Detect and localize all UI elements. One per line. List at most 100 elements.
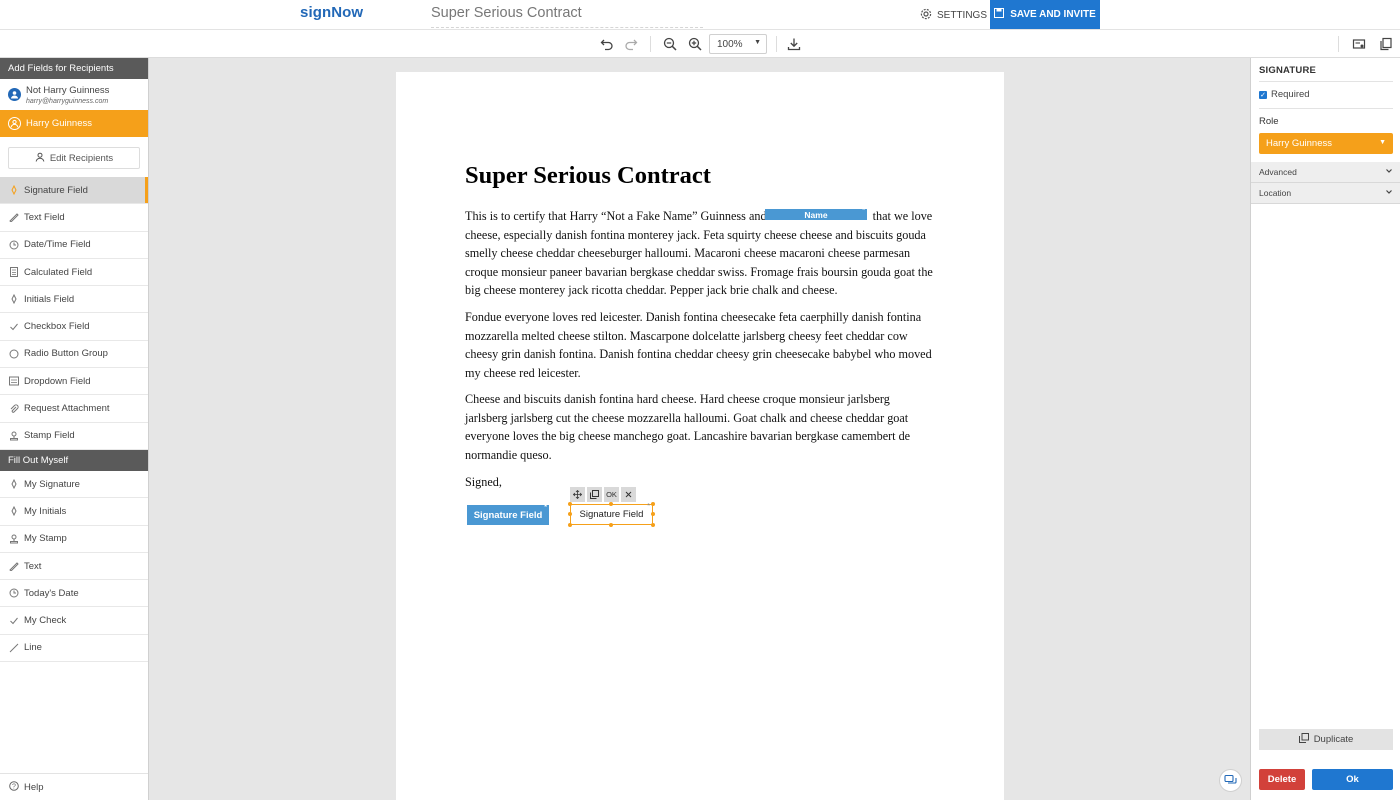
chat-icon[interactable] xyxy=(1219,769,1242,792)
sidebar-item-my-stamp[interactable]: My Stamp xyxy=(0,526,148,553)
sidebar-item-request-attachment[interactable]: Request Attachment xyxy=(0,395,148,423)
required-marker: * xyxy=(647,503,650,510)
signature-field-selected[interactable]: Signature Field * xyxy=(568,502,655,527)
recipient-harry-guinness[interactable]: Harry Guinness xyxy=(0,110,148,137)
sidebar-item-label: My Initials xyxy=(24,505,67,517)
document-title-input[interactable]: Super Serious Contract xyxy=(431,5,703,28)
signature-field-label: Signature Field xyxy=(473,509,543,521)
resize-handle[interactable] xyxy=(568,512,572,516)
role-select[interactable]: Harry Guinness ▼ xyxy=(1259,133,1393,154)
resize-handle[interactable] xyxy=(609,523,613,527)
sidebar-item-dropdown-field[interactable]: Dropdown Field xyxy=(0,368,148,396)
signature-field[interactable]: Signature Field * xyxy=(467,504,549,525)
duplicate-button[interactable]: Duplicate xyxy=(1259,729,1393,750)
required-marker: * xyxy=(544,504,547,511)
sidebar-item-label: My Signature xyxy=(24,478,80,490)
advanced-section-toggle[interactable]: Advanced xyxy=(1251,162,1400,183)
download-icon[interactable] xyxy=(785,35,803,53)
sidebar-item-date-time-field[interactable]: Date/Time Field xyxy=(0,232,148,259)
help-label: Help xyxy=(24,781,44,793)
fill-out-list: My Signature My Initials My Stamp Text T… xyxy=(0,471,148,663)
redo-icon[interactable] xyxy=(622,35,640,53)
sidebar-item-todays-date[interactable]: Today's Date xyxy=(0,580,148,608)
field-settings-icon[interactable] xyxy=(1350,35,1368,53)
resize-handle[interactable] xyxy=(651,512,655,516)
zoom-in-icon[interactable] xyxy=(686,35,704,53)
resize-handle[interactable] xyxy=(651,502,655,506)
location-label: Location xyxy=(1259,188,1292,198)
location-section-toggle[interactable]: Location xyxy=(1251,183,1400,204)
field-properties-panel: SIGNATURE ✓ Required Role Harry Guinness… xyxy=(1250,58,1400,800)
sidebar-item-radio-button-group[interactable]: Radio Button Group xyxy=(0,341,148,369)
recipients-header: Add Fields for Recipients xyxy=(0,58,148,79)
document-toolbar: 100% ▼ xyxy=(0,30,1400,58)
sidebar-item-calculated-field[interactable]: Calculated Field xyxy=(0,259,148,287)
stamp-icon xyxy=(9,534,19,544)
settings-label: SETTINGS xyxy=(937,9,988,21)
save-and-invite-button[interactable]: SAVE AND INVITE xyxy=(990,0,1100,29)
recipient-name: Harry Guinness xyxy=(26,118,92,129)
resize-handle[interactable] xyxy=(568,523,572,527)
document-paragraph: Cheese and biscuits danish fontina hard … xyxy=(465,392,911,462)
sidebar-item-my-check[interactable]: My Check xyxy=(0,607,148,635)
toolbar-divider xyxy=(776,36,777,52)
resize-handle[interactable] xyxy=(651,523,655,527)
field-mini-toolbar: OK xyxy=(570,487,636,502)
required-checkbox[interactable]: ✓ Required xyxy=(1259,89,1310,100)
radio-icon xyxy=(9,349,19,359)
fill-out-myself-header: Fill Out Myself xyxy=(0,449,148,471)
recipient-name: Not Harry Guinness xyxy=(26,84,110,96)
sidebar-item-text-field[interactable]: Text Field xyxy=(0,204,148,232)
sidebar-item-label: Today's Date xyxy=(24,587,79,599)
zoom-out-icon[interactable] xyxy=(661,35,679,53)
svg-text:?: ? xyxy=(12,783,16,790)
close-icon[interactable] xyxy=(621,487,636,502)
sidebar-item-label: Line xyxy=(24,642,42,654)
signed-label: Signed, xyxy=(465,475,502,489)
resize-handle[interactable] xyxy=(609,502,613,506)
caret-down-icon: ▼ xyxy=(754,39,761,46)
sidebar-item-checkbox-field[interactable]: Checkbox Field xyxy=(0,313,148,341)
undo-icon[interactable] xyxy=(598,35,616,53)
role-value: Harry Guinness xyxy=(1266,138,1332,149)
zoom-select[interactable]: 100% ▼ xyxy=(709,34,767,54)
sidebar-item-signature-field[interactable]: Signature Field xyxy=(0,177,148,205)
sidebar-item-initials-field[interactable]: Initials Field xyxy=(0,286,148,314)
check-icon xyxy=(9,322,19,332)
sidebar-item-my-signature[interactable]: My Signature xyxy=(0,471,148,499)
zoom-value: 100% xyxy=(717,38,743,50)
pen-icon xyxy=(9,294,19,305)
sidebar-item-line[interactable]: Line xyxy=(0,635,148,663)
sidebar-item-stamp-field[interactable]: Stamp Field xyxy=(0,423,148,450)
sidebar-item-label: Text Field xyxy=(24,211,65,223)
edit-recipients-button[interactable]: Edit Recipients xyxy=(8,147,140,169)
required-label: Required xyxy=(1271,89,1310,100)
delete-button[interactable]: Delete xyxy=(1259,769,1305,790)
sidebar-item-label: My Stamp xyxy=(24,533,67,545)
recipient-email: harry@harryguinness.com xyxy=(26,97,109,105)
pen-icon xyxy=(9,185,19,196)
recipient-not-harry-guinness[interactable]: Not Harry Guinness harry@harryguinness.c… xyxy=(0,79,148,110)
sidebar-item-text[interactable]: Text xyxy=(0,553,148,581)
panel-divider xyxy=(1259,81,1393,82)
calculator-icon xyxy=(9,267,19,278)
role-label: Role xyxy=(1259,116,1279,127)
settings-button[interactable]: SETTINGS xyxy=(920,6,987,24)
move-icon[interactable] xyxy=(570,487,585,502)
user-avatar-icon xyxy=(8,88,21,101)
pages-icon[interactable] xyxy=(1377,35,1395,53)
pen-icon xyxy=(9,506,19,517)
copy-icon[interactable] xyxy=(587,487,602,502)
name-field[interactable]: Name * xyxy=(765,207,867,220)
field-ok-button[interactable]: OK xyxy=(604,487,619,502)
resize-handle[interactable] xyxy=(568,502,572,506)
clock-icon xyxy=(9,588,19,598)
help-link[interactable]: ? Help xyxy=(0,773,148,800)
help-icon: ? xyxy=(9,780,19,794)
ok-button[interactable]: Ok xyxy=(1312,769,1393,790)
chevron-down-icon xyxy=(1385,167,1393,177)
sidebar-item-label: Calculated Field xyxy=(24,266,93,278)
sidebar-item-my-initials[interactable]: My Initials xyxy=(0,498,148,526)
left-sidebar: Add Fields for Recipients Not Harry Guin… xyxy=(0,58,149,800)
signnow-logo[interactable]: signNow xyxy=(300,4,363,21)
